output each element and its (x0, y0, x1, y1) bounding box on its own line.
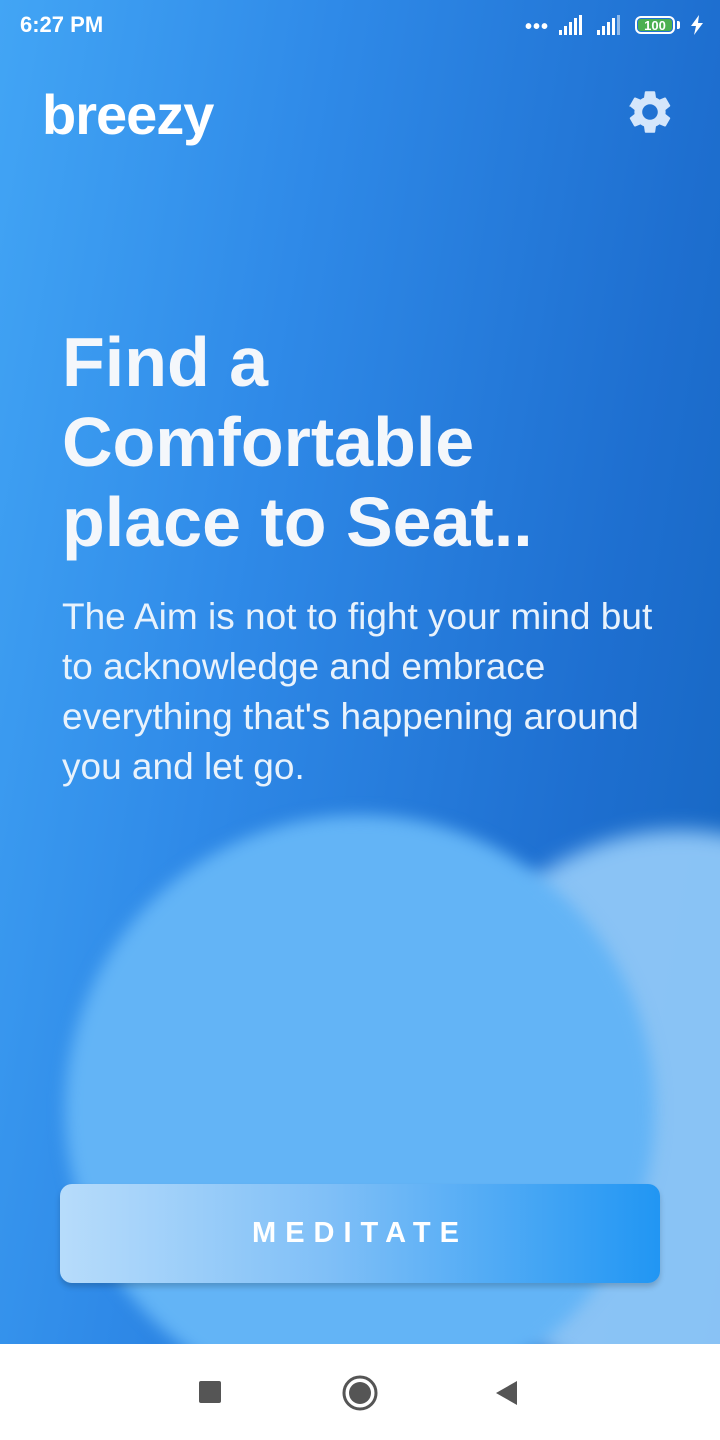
square-recents-icon[interactable] (198, 1380, 222, 1404)
headline: Find a Comfortable place to Seat.. (62, 323, 533, 561)
charging-bolt-icon (691, 15, 703, 35)
battery-tip (677, 21, 680, 29)
circle-home-icon[interactable] (341, 1374, 379, 1412)
status-time: 6:27 PM (20, 12, 104, 37)
battery-level: 100 (644, 17, 666, 33)
meditate-button[interactable]: MEDITATE (60, 1184, 660, 1283)
meditate-button-label: MEDITATE (252, 1217, 468, 1249)
battery-icon: 100 (635, 16, 675, 34)
app-screen: 6:27 PM ••• 100 breezy Find a Comfortabl… (0, 0, 720, 1344)
gear-icon[interactable] (624, 86, 676, 138)
signal-dots: ••• (524, 16, 549, 38)
app-logo: breezy (42, 83, 214, 146)
status-icons: ••• 100 (524, 14, 704, 38)
triangle-back-icon[interactable] (494, 1379, 520, 1407)
status-bar: 6:27 PM ••• 100 (0, 0, 720, 50)
description-text: The Aim is not to fight your mind but to… (62, 596, 653, 787)
signal-icon (559, 15, 587, 35)
signal-icon (597, 15, 625, 35)
system-nav-bar (0, 1344, 720, 1440)
